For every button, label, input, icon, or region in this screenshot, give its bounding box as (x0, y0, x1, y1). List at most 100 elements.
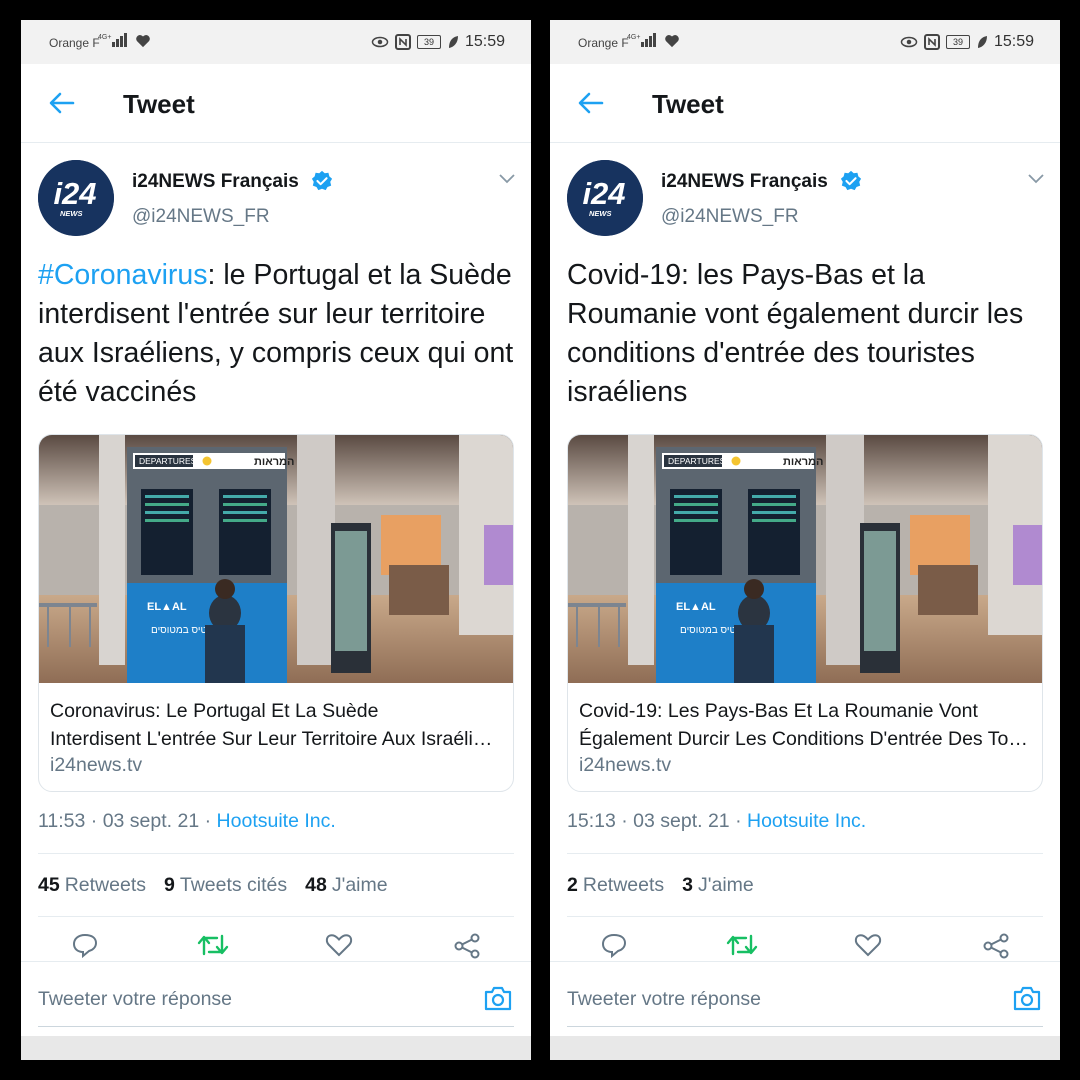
tweet-body: Covid-19: les Pays-Bas et la Roumanie vo… (567, 259, 1024, 408)
card-domain: i24news.tv (50, 754, 143, 776)
author-handle[interactable]: @i24NEWS_FR (132, 206, 270, 228)
signal-icon: 4G+ (627, 33, 656, 47)
card-domain: i24news.tv (579, 754, 672, 776)
svg-text:המראות: המראות (254, 456, 294, 468)
source-link[interactable]: Hootsuite Inc. (747, 810, 866, 832)
svg-text:NEWS: NEWS (589, 209, 612, 218)
tweet-time: 15:13 (567, 810, 616, 832)
clock: 15:59 (464, 33, 505, 50)
tweet-date: 03 sept. 21 (102, 810, 200, 832)
engagement-stats: 45 Retweets 9 Tweets cités 48 J'aime (38, 874, 388, 897)
leaf-icon (448, 36, 458, 48)
heart-status-icon (136, 35, 150, 48)
source-link[interactable]: Hootsuite Inc. (217, 810, 336, 832)
eye-comfort-icon (900, 36, 918, 48)
card-title: Coronavirus: Le Portugal Et La Suède Int… (50, 697, 502, 753)
phone-screen-right: Orange F 4G+ 39 15:59 Tweet i24 NEWS i24… (550, 20, 1060, 1060)
back-arrow-icon[interactable] (578, 92, 604, 114)
card-title-line-1: Covid-19: Les Pays-Bas Et La Roumanie Vo… (579, 700, 978, 722)
camera-icon[interactable] (483, 984, 513, 1012)
divider (38, 916, 514, 917)
tweet-text: #Coronavirus: le Portugal et la Suède in… (38, 256, 516, 412)
retweet-icon[interactable] (197, 932, 229, 958)
heart-status-icon (665, 35, 679, 48)
stat-retweets[interactable]: 45 Retweets (38, 874, 146, 897)
i24-logo: i24 NEWS (567, 160, 643, 236)
status-bar: Orange F 4G+ 39 15:59 (21, 20, 531, 64)
signal-icon: 4G+ (98, 33, 127, 47)
svg-text:i24: i24 (53, 176, 96, 211)
top-bar: Tweet (21, 64, 531, 143)
reply-icon[interactable] (600, 932, 628, 958)
chevron-down-icon[interactable] (1028, 174, 1044, 184)
divider (567, 853, 1043, 854)
svg-text:i24: i24 (582, 176, 625, 211)
tweet-text: Covid-19: les Pays-Bas et la Roumanie vo… (567, 256, 1045, 412)
retweet-icon[interactable] (726, 932, 758, 958)
svg-text:4G+: 4G+ (627, 34, 640, 41)
svg-text:המראות: המראות (783, 456, 823, 468)
svg-text:EL▲AL: EL▲AL (147, 601, 187, 613)
svg-text:EL▲AL: EL▲AL (676, 601, 716, 613)
nfc-icon (394, 34, 411, 50)
avatar[interactable]: i24 NEWS (38, 160, 114, 236)
stat-quote-tweets[interactable]: 9 Tweets cités (164, 874, 287, 897)
top-bar: Tweet (550, 64, 1060, 143)
like-heart-icon[interactable] (325, 932, 353, 958)
card-title-line-1: Coronavirus: Le Portugal Et La Suède (50, 700, 379, 722)
carrier-label: Orange F (49, 36, 100, 50)
eye-comfort-icon (371, 36, 389, 48)
share-icon[interactable] (982, 932, 1010, 960)
reply-input[interactable]: Tweeter votre réponse (567, 988, 761, 1011)
stat-likes[interactable]: 48 J'aime (305, 874, 387, 897)
system-nav-bar (21, 1036, 531, 1060)
svg-text:4G+: 4G+ (98, 34, 111, 41)
stat-retweets[interactable]: 2 Retweets (567, 874, 664, 897)
hashtag-link[interactable]: #Coronavirus (38, 259, 208, 291)
airport-image: DEPARTURES המראות EL▲AL כורטיס במטוסים (39, 435, 513, 683)
verified-badge-icon (840, 170, 862, 191)
tweet-time: 11:53 (38, 810, 86, 832)
author-name[interactable]: i24NEWS Français (661, 171, 828, 193)
status-bar: Orange F 4G+ 39 15:59 (550, 20, 1060, 64)
battery-icon: 39 (416, 35, 441, 49)
nfc-icon (923, 34, 940, 50)
share-icon[interactable] (453, 932, 481, 960)
carrier-label: Orange F (578, 36, 629, 50)
clock: 15:59 (993, 33, 1034, 50)
phone-screen-left: Orange F 4G+ 39 15:59 Tweet i24 NEWS i24… (21, 20, 531, 1060)
reply-underline (38, 1026, 514, 1027)
reply-input[interactable]: Tweeter votre réponse (38, 988, 232, 1011)
airport-image: DEPARTURES המראות EL▲AL כורטיס במטוסים (568, 435, 1042, 683)
svg-text:NEWS: NEWS (60, 209, 83, 218)
page-title: Tweet (123, 89, 195, 119)
chevron-down-icon[interactable] (499, 174, 515, 184)
author-handle[interactable]: @i24NEWS_FR (661, 206, 799, 228)
link-card[interactable]: DEPARTURES המראות EL▲AL כורטיס במטוסים C… (38, 434, 514, 792)
author-name[interactable]: i24NEWS Français (132, 171, 299, 193)
camera-icon[interactable] (1012, 984, 1042, 1012)
system-nav-bar (550, 1036, 1060, 1060)
card-title: Covid-19: Les Pays-Bas Et La Roumanie Vo… (579, 697, 1031, 753)
card-title-line-2: Interdisent L'entrée Sur Leur Territoire… (50, 728, 502, 750)
divider (567, 916, 1043, 917)
like-heart-icon[interactable] (854, 932, 882, 958)
svg-text:DEPARTURES: DEPARTURES (668, 456, 726, 466)
divider (38, 853, 514, 854)
leaf-icon (977, 36, 987, 48)
svg-text:DEPARTURES: DEPARTURES (139, 456, 197, 466)
reply-underline (567, 1026, 1043, 1027)
tweet-meta: 15:13 · 03 sept. 21 · Hootsuite Inc. (567, 810, 867, 832)
engagement-stats: 2 Retweets 3 J'aime (567, 874, 754, 897)
stat-likes[interactable]: 3 J'aime (682, 874, 754, 897)
reply-icon[interactable] (71, 932, 99, 958)
tweet-meta: 11:53 · 03 sept. 21 · Hootsuite Inc. (38, 810, 336, 832)
tweet-date: 03 sept. 21 (633, 810, 730, 832)
verified-badge-icon (311, 170, 333, 191)
back-arrow-icon[interactable] (49, 92, 75, 114)
avatar[interactable]: i24 NEWS (567, 160, 643, 236)
i24-logo: i24 NEWS (38, 160, 114, 236)
link-card[interactable]: DEPARTURES המראות EL▲AL כורטיס במטוסים C… (567, 434, 1043, 792)
card-title-line-2: Également Durcir Les Conditions D'entrée… (579, 728, 1031, 750)
page-title: Tweet (652, 89, 724, 119)
